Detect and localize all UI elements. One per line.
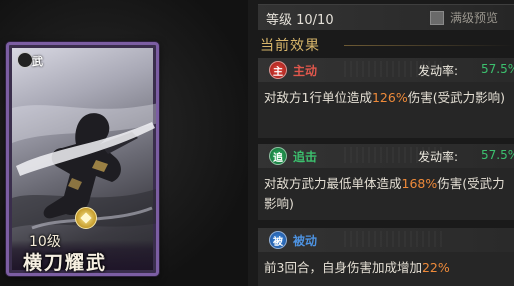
trigger-rate-label: 发动率: [418,64,459,78]
skill-type-label: 追击 [293,150,318,164]
card-preview-area: 武 10级 横刀耀武 [0,0,248,286]
damage-percent: 126% [371,90,408,105]
skill-header: 追 追击 发动率: 57.5% [258,144,514,168]
skill-description: 对敌方武力最低单体造成168%伤害(受武力影响) [264,176,505,211]
max-preview-label: 满级预览 [450,11,499,25]
trigger-rate-label: 发动率: [418,150,459,164]
section-divider [344,45,514,46]
active-skill-icon: 主 [269,61,287,79]
max-preview-toggle[interactable]: 满级预览 [430,10,512,26]
skill-entry-passive: 被 被动 前3回合，自身伤害加成增加22% [258,228,514,286]
chase-skill-icon: 追 [269,147,287,165]
skill-description: 前3回合，自身伤害加成增加22% [264,260,450,275]
section-title: 当前效果 [260,38,320,54]
skill-type-label: 被动 [293,234,318,248]
skill-card[interactable]: 武 10级 横刀耀武 [6,42,159,276]
skill-header: 被 被动 [258,228,514,252]
skill-detail-panel: 等级 10/10 满级预览 当前效果 主 主动 发动率: 57.5% 对敌方1行… [248,0,514,286]
passive-skill-icon: 被 [269,231,287,249]
skill-type-label: 主动 [293,64,318,78]
type-mark-icon [17,52,33,68]
trigger-rate-value: 57.5% [481,62,514,76]
skill-description: 对敌方1行单位造成126%伤害(受武力影响) [264,90,505,105]
card-type-label: 武 [32,55,43,68]
level-text: 等级 10/10 [266,13,334,28]
skill-header: 主 主动 发动率: 57.5% [258,58,514,82]
damage-percent: 22% [421,260,450,275]
card-name: 横刀耀武 [23,252,108,274]
level-bar: 等级 10/10 满级预览 [258,4,514,30]
damage-percent: 168% [401,176,438,191]
card-type-badge: 武 [17,51,45,71]
star-emblem-icon [75,207,97,229]
trigger-rate-value: 57.5% [481,148,514,162]
max-preview-checkbox[interactable] [430,11,444,25]
skill-entry-chase: 追 追击 发动率: 57.5% 对敌方武力最低单体造成168%伤害(受武力影响) [258,144,514,220]
skill-entry-active: 主 主动 发动率: 57.5% 对敌方1行单位造成126%伤害(受武力影响) [258,58,514,138]
